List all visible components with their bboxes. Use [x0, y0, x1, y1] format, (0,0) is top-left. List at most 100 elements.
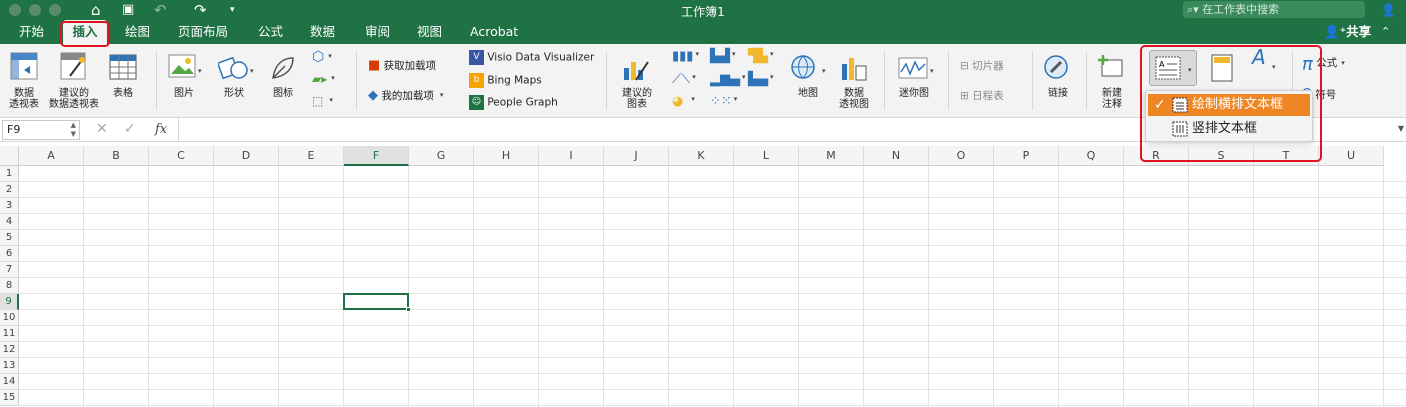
get-addins-button[interactable]: ■ 获取加载项: [368, 58, 436, 73]
column-header[interactable]: B: [84, 146, 149, 166]
row-header[interactable]: 6: [0, 246, 19, 262]
select-all-corner[interactable]: [0, 146, 19, 166]
search-input[interactable]: ⌕▾ 在工作表中搜索: [1183, 1, 1365, 18]
gridline: [1253, 166, 1254, 407]
3d-models-button[interactable]: ⬡ ▾: [312, 49, 332, 65]
tab-acrobat[interactable]: Acrobat: [470, 20, 518, 44]
menu-item-vertical-textbox[interactable]: 竖排文本框: [1148, 118, 1310, 140]
column-header[interactable]: F: [344, 146, 409, 166]
row-header[interactable]: 10: [0, 310, 19, 326]
fill-handle[interactable]: [406, 307, 411, 312]
tab-formulas[interactable]: 公式: [258, 20, 283, 44]
slicer-button[interactable]: ⊟ 切片器: [960, 58, 1004, 73]
worksheet-grid[interactable]: A B C D E F G H I J K L M N O P Q R S T U 1 2 3 4 5 6 7 8 9 10 11 12 13 14…: [0, 146, 1406, 407]
maps-label: 地图: [798, 88, 818, 99]
column-header[interactable]: N: [864, 146, 929, 166]
tab-home[interactable]: 开始: [19, 20, 44, 44]
row-header[interactable]: 2: [0, 182, 19, 198]
equation-dropdown-icon[interactable]: ▾: [1341, 59, 1345, 67]
hierarchy-chart-button[interactable]: ▙▟ ▾: [710, 49, 736, 64]
column-header[interactable]: O: [929, 146, 994, 166]
column-header[interactable]: P: [994, 146, 1059, 166]
row-header[interactable]: 12: [0, 342, 19, 358]
row-header[interactable]: 7: [0, 262, 19, 278]
screenshot-dropdown-icon[interactable]: ▾: [329, 96, 333, 104]
bing-maps-button[interactable]: b Bing Maps: [469, 73, 542, 88]
account-icon[interactable]: 👤: [1381, 1, 1396, 19]
column-header[interactable]: E: [279, 146, 344, 166]
sparklines-dropdown-icon[interactable]: ▾: [930, 66, 934, 77]
timeline-button[interactable]: ⊞ 日程表: [960, 88, 1004, 103]
column-header[interactable]: D: [214, 146, 279, 166]
screenshot-button[interactable]: ⬚ ▾: [312, 94, 333, 108]
column-chart-button[interactable]: ▮▮▮ ▾: [672, 49, 699, 64]
column-header[interactable]: G: [409, 146, 474, 166]
insert-function-icon[interactable]: fx: [155, 122, 167, 137]
hierarchy-chart-dropdown-icon[interactable]: ▾: [732, 50, 736, 58]
column-header[interactable]: K: [669, 146, 734, 166]
recommended-pivot-label: 建议的 数据透视表: [49, 88, 99, 110]
visio-button[interactable]: V Visio Data Visualizer: [469, 50, 594, 65]
row-header[interactable]: 1: [0, 166, 19, 182]
row-header[interactable]: 4: [0, 214, 19, 230]
tab-view[interactable]: 视图: [417, 20, 442, 44]
tab-data[interactable]: 数据: [310, 20, 335, 44]
pictures-dropdown-icon[interactable]: ▾: [198, 66, 202, 77]
tab-review[interactable]: 审阅: [365, 20, 390, 44]
my-addins-dropdown-icon[interactable]: ▾: [440, 91, 444, 99]
row-header[interactable]: 8: [0, 278, 19, 294]
selected-cell[interactable]: [343, 293, 411, 312]
maps-dropdown-icon[interactable]: ▾: [822, 66, 826, 77]
column-header[interactable]: J: [604, 146, 669, 166]
cancel-icon[interactable]: ✕: [96, 121, 108, 137]
tab-draw[interactable]: 绘图: [125, 20, 150, 44]
row-header[interactable]: 9: [0, 294, 19, 310]
people-graph-button[interactable]: ☺ People Graph: [469, 95, 558, 110]
column-header[interactable]: Q: [1059, 146, 1124, 166]
column-header[interactable]: L: [734, 146, 799, 166]
visio-icon: V: [469, 50, 484, 65]
combo-chart-button[interactable]: ▙▄ ▾: [748, 72, 774, 87]
my-addins-button[interactable]: ◆ 我的加载项 ▾: [368, 88, 443, 103]
waterfall-chart-button[interactable]: ▜▙ ▾: [748, 49, 774, 64]
link-icon: [1044, 55, 1068, 79]
tab-page-layout[interactable]: 页面布局: [178, 20, 228, 44]
pie-chart-dropdown-icon[interactable]: ▾: [691, 95, 695, 103]
column-header[interactable]: M: [799, 146, 864, 166]
row-header[interactable]: 3: [0, 198, 19, 214]
column-header[interactable]: C: [149, 146, 214, 166]
3d-dropdown-icon[interactable]: ▾: [328, 52, 332, 60]
combo-chart-dropdown-icon[interactable]: ▾: [770, 73, 774, 81]
scatter-chart-dropdown-icon[interactable]: ▾: [734, 95, 738, 103]
smartart-button[interactable]: ▰▸ ▾: [312, 72, 335, 86]
scatter-chart-button[interactable]: ⁘⁙ ▾: [710, 94, 738, 109]
smartart-dropdown-icon[interactable]: ▾: [331, 74, 335, 82]
new-comment-icon: [1098, 55, 1123, 77]
row-header[interactable]: 15: [0, 390, 19, 406]
share-button[interactable]: 👤⁺共享: [1324, 20, 1371, 44]
row-header[interactable]: 5: [0, 230, 19, 246]
column-chart-dropdown-icon[interactable]: ▾: [695, 50, 699, 58]
name-box-stepper-icon[interactable]: ▲ ▼: [71, 121, 76, 139]
column-header[interactable]: U: [1319, 146, 1384, 166]
collapse-ribbon-icon[interactable]: ⌃: [1381, 20, 1390, 44]
column-header[interactable]: A: [19, 146, 84, 166]
column-header[interactable]: I: [539, 146, 604, 166]
expand-formula-icon[interactable]: ▼: [1398, 124, 1404, 133]
name-box[interactable]: F9 ▲ ▼: [2, 120, 80, 140]
waterfall-chart-dropdown-icon[interactable]: ▾: [770, 50, 774, 58]
statistic-chart-dropdown-icon[interactable]: ▾: [742, 73, 746, 81]
enter-icon[interactable]: ✓: [124, 121, 136, 137]
column-header[interactable]: H: [474, 146, 539, 166]
menu-item-horizontal-textbox[interactable]: ✓ 绘制横排文本框: [1148, 94, 1310, 116]
visio-label: Visio Data Visualizer: [487, 51, 595, 64]
gridline: [1318, 166, 1319, 407]
shapes-dropdown-icon[interactable]: ▾: [250, 66, 254, 77]
row-header[interactable]: 13: [0, 358, 19, 374]
line-chart-dropdown-icon[interactable]: ▾: [692, 73, 696, 81]
row-header[interactable]: 14: [0, 374, 19, 390]
line-chart-button[interactable]: ⟋⟍ ▾: [672, 72, 696, 87]
statistic-chart-button[interactable]: ▂▆▄ ▾: [710, 72, 746, 87]
pie-chart-button[interactable]: ◕ ▾: [672, 94, 695, 109]
row-header[interactable]: 11: [0, 326, 19, 342]
